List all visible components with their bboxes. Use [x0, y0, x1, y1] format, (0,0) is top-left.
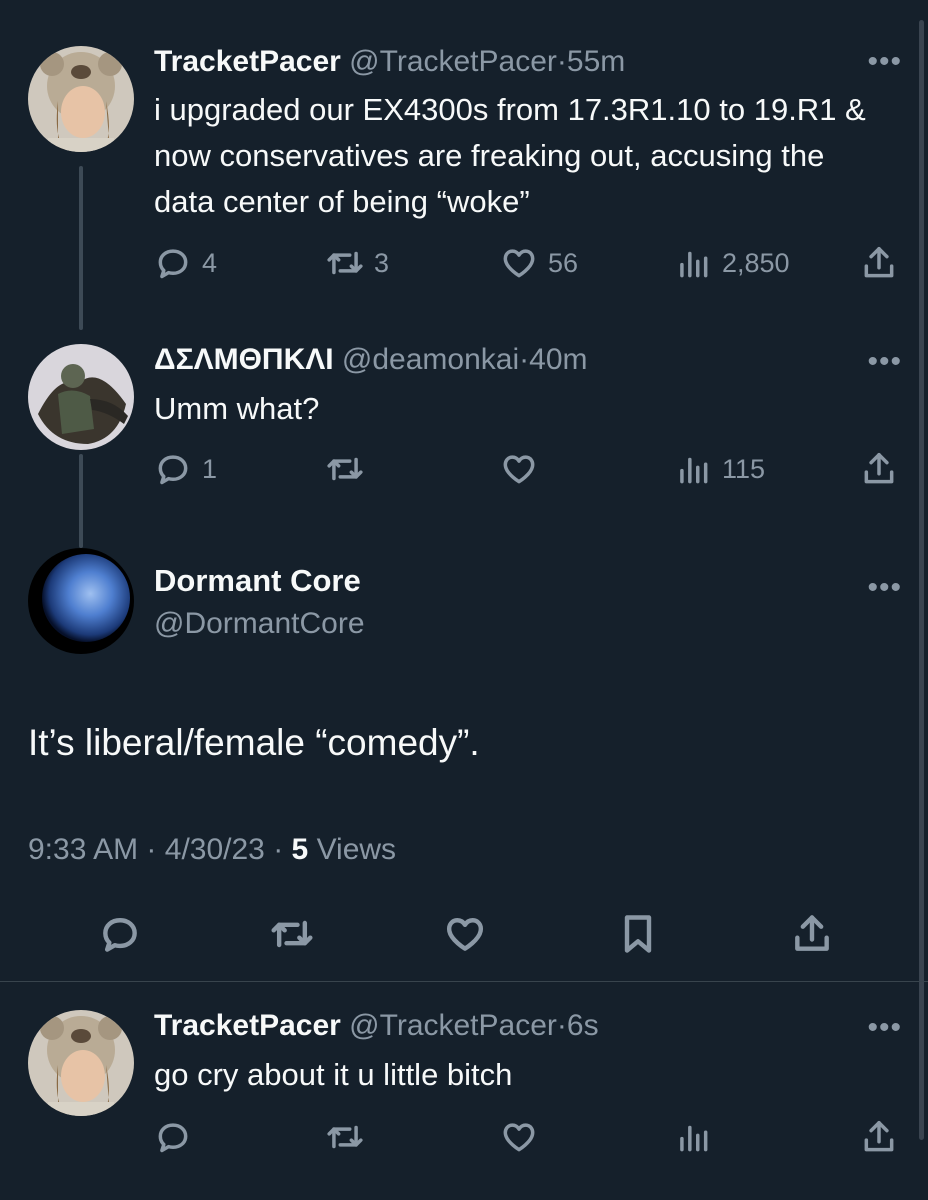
- retweet-count: 3: [374, 247, 390, 278]
- share-icon: [864, 1121, 894, 1152]
- share-icon: [864, 453, 894, 484]
- reply-icon: [158, 1123, 188, 1153]
- retweet-button[interactable]: [326, 450, 364, 488]
- separator: ·: [519, 343, 530, 376]
- retweet-button[interactable]: 3: [326, 244, 389, 282]
- retweet-icon: [327, 457, 363, 481]
- tweet-text: Umm what?: [154, 391, 320, 426]
- avatar[interactable]: [28, 344, 134, 450]
- reply-icon: [158, 455, 188, 485]
- share-icon: [795, 915, 829, 951]
- main-tweet-actions: [0, 912, 928, 962]
- like-icon: [446, 918, 484, 951]
- tweet-1[interactable]: TracketPacer @TracketPacer·55m ••• i upg…: [0, 0, 928, 330]
- views-button[interactable]: 115: [674, 450, 765, 488]
- bookmark-icon: [624, 915, 652, 953]
- tweet-meta: 9:33 AM · 4/30/23 · 5 Views: [28, 833, 396, 867]
- user-handle[interactable]: @DormantCore: [154, 607, 365, 641]
- like-icon: [503, 249, 535, 278]
- user-handle[interactable]: @deamonkai: [342, 343, 519, 376]
- tweet-actions: 4 3 56 2,850: [0, 244, 928, 284]
- like-icon: [503, 455, 535, 484]
- display-name[interactable]: TracketPacer: [154, 45, 341, 78]
- reply-icon: [103, 918, 137, 952]
- retweet-icon: [271, 920, 313, 948]
- timestamp[interactable]: 6s: [567, 1009, 599, 1042]
- like-button[interactable]: [500, 450, 538, 488]
- tweet-time[interactable]: 9:33 AM: [28, 833, 138, 866]
- reply-icon: [158, 249, 188, 279]
- display-name[interactable]: TracketPacer: [154, 1009, 341, 1042]
- reply-count: 4: [202, 247, 218, 278]
- separator: ·: [556, 1009, 567, 1042]
- reply-button[interactable]: [154, 1118, 192, 1156]
- tweet-actions: [0, 1118, 928, 1158]
- tweet-2[interactable]: ΔΣΛΜΘΠΚΛΙ @deamonkai·40m ••• Umm what? 1…: [0, 330, 928, 548]
- tweet-header: TracketPacer @TracketPacer·55m: [154, 44, 625, 80]
- retweet-icon: [327, 251, 363, 275]
- views-button[interactable]: 2,850: [674, 244, 790, 282]
- timestamp[interactable]: 40m: [529, 343, 587, 376]
- avatar[interactable]: [28, 46, 134, 152]
- views-count: 2,850: [722, 247, 790, 278]
- tweet-header: TracketPacer @TracketPacer·6s: [154, 1008, 599, 1044]
- separator: ·: [273, 833, 284, 866]
- reply-button[interactable]: [98, 912, 142, 961]
- separator: ·: [146, 833, 157, 866]
- retweet-icon: [327, 1125, 363, 1149]
- display-name[interactable]: Dormant Core: [154, 563, 361, 599]
- tweet-text: It’s liberal/female “comedy”.: [28, 722, 480, 763]
- like-button[interactable]: [500, 1118, 538, 1156]
- views-icon: [680, 457, 708, 484]
- tweet-actions: 1 115: [0, 450, 928, 490]
- user-handle[interactable]: @TracketPacer: [349, 1009, 557, 1042]
- reply-button[interactable]: 4: [154, 244, 217, 282]
- avatar[interactable]: [28, 1010, 134, 1116]
- more-icon[interactable]: •••: [867, 573, 902, 603]
- like-icon: [503, 1123, 535, 1152]
- tweet-text: go cry about it u little bitch: [154, 1057, 513, 1092]
- avatar[interactable]: [28, 548, 134, 654]
- reply-tweet[interactable]: TracketPacer @TracketPacer·6s ••• go cry…: [0, 982, 928, 1200]
- more-icon[interactable]: •••: [867, 347, 902, 377]
- views-icon: [680, 1125, 708, 1152]
- reply-button[interactable]: 1: [154, 450, 217, 488]
- share-button[interactable]: [860, 244, 898, 282]
- tweet-header: ΔΣΛΜΘΠΚΛΙ @deamonkai·40m: [154, 342, 588, 378]
- user-handle[interactable]: @TracketPacer: [349, 45, 557, 78]
- retweet-button[interactable]: [270, 912, 314, 961]
- share-button[interactable]: [860, 450, 898, 488]
- share-button[interactable]: [860, 1118, 898, 1156]
- share-icon: [864, 247, 894, 278]
- like-count: 56: [548, 247, 579, 278]
- share-button[interactable]: [790, 912, 834, 961]
- bookmark-button[interactable]: [616, 912, 660, 961]
- views-icon: [680, 251, 708, 278]
- views-button[interactable]: [674, 1118, 712, 1156]
- retweet-button[interactable]: [326, 1118, 364, 1156]
- like-button[interactable]: [443, 912, 487, 961]
- views-count: 5: [291, 833, 309, 866]
- more-icon[interactable]: •••: [867, 47, 902, 77]
- views-count: 115: [722, 453, 766, 484]
- views-label: Views: [316, 833, 397, 866]
- thread-page: TracketPacer @TracketPacer·55m ••• i upg…: [0, 0, 928, 1200]
- more-icon[interactable]: •••: [867, 1013, 902, 1043]
- reply-count: 1: [202, 453, 218, 484]
- timestamp[interactable]: 55m: [567, 45, 625, 78]
- tweet-text: i upgraded our EX4300s from 17.3R1.10 to…: [154, 92, 866, 219]
- tweet-date[interactable]: 4/30/23: [165, 833, 265, 866]
- like-button[interactable]: 56: [500, 244, 578, 282]
- display-name[interactable]: ΔΣΛΜΘΠΚΛΙ: [154, 343, 334, 376]
- separator: ·: [556, 45, 567, 78]
